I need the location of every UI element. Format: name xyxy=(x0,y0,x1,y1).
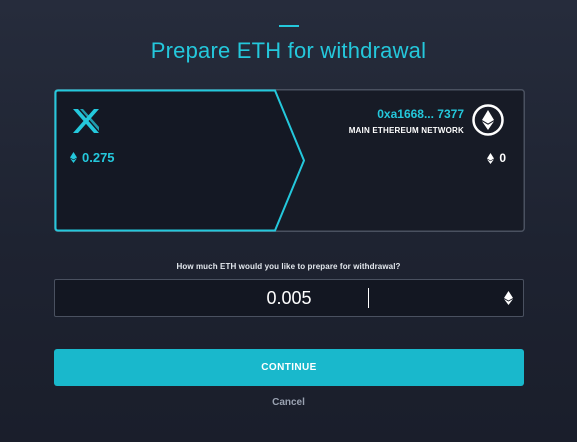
ethereum-icon xyxy=(487,152,495,164)
text-caret xyxy=(368,288,369,308)
transfer-card: 0.275 0xa1668... 7377 MAIN ETHEREUM NETW… xyxy=(54,89,525,232)
ethereum-icon xyxy=(70,152,77,163)
destination-balance: 0 xyxy=(487,151,506,165)
network-label: MAIN ETHEREUM NETWORK xyxy=(348,126,464,135)
cancel-link[interactable]: Cancel xyxy=(272,397,305,408)
page-title: Prepare ETH for withdrawal xyxy=(150,38,427,63)
title-accent-bar xyxy=(279,25,299,27)
amount-input[interactable] xyxy=(55,280,523,316)
amount-question-label: How much ETH would you like to prepare f… xyxy=(176,262,401,271)
amount-field[interactable] xyxy=(54,279,524,317)
source-balance: 0.275 xyxy=(70,150,115,165)
source-balance-value: 0.275 xyxy=(82,150,115,165)
ethereum-icon xyxy=(504,291,513,305)
immutable-x-icon xyxy=(73,109,99,133)
destination-balance-value: 0 xyxy=(499,151,506,165)
ethereum-icon xyxy=(472,104,504,136)
wallet-address: 0xa1668... 7377 xyxy=(377,107,464,121)
cancel-link-row: Cancel xyxy=(0,397,577,408)
continue-button[interactable]: CONTINUE xyxy=(54,349,524,386)
